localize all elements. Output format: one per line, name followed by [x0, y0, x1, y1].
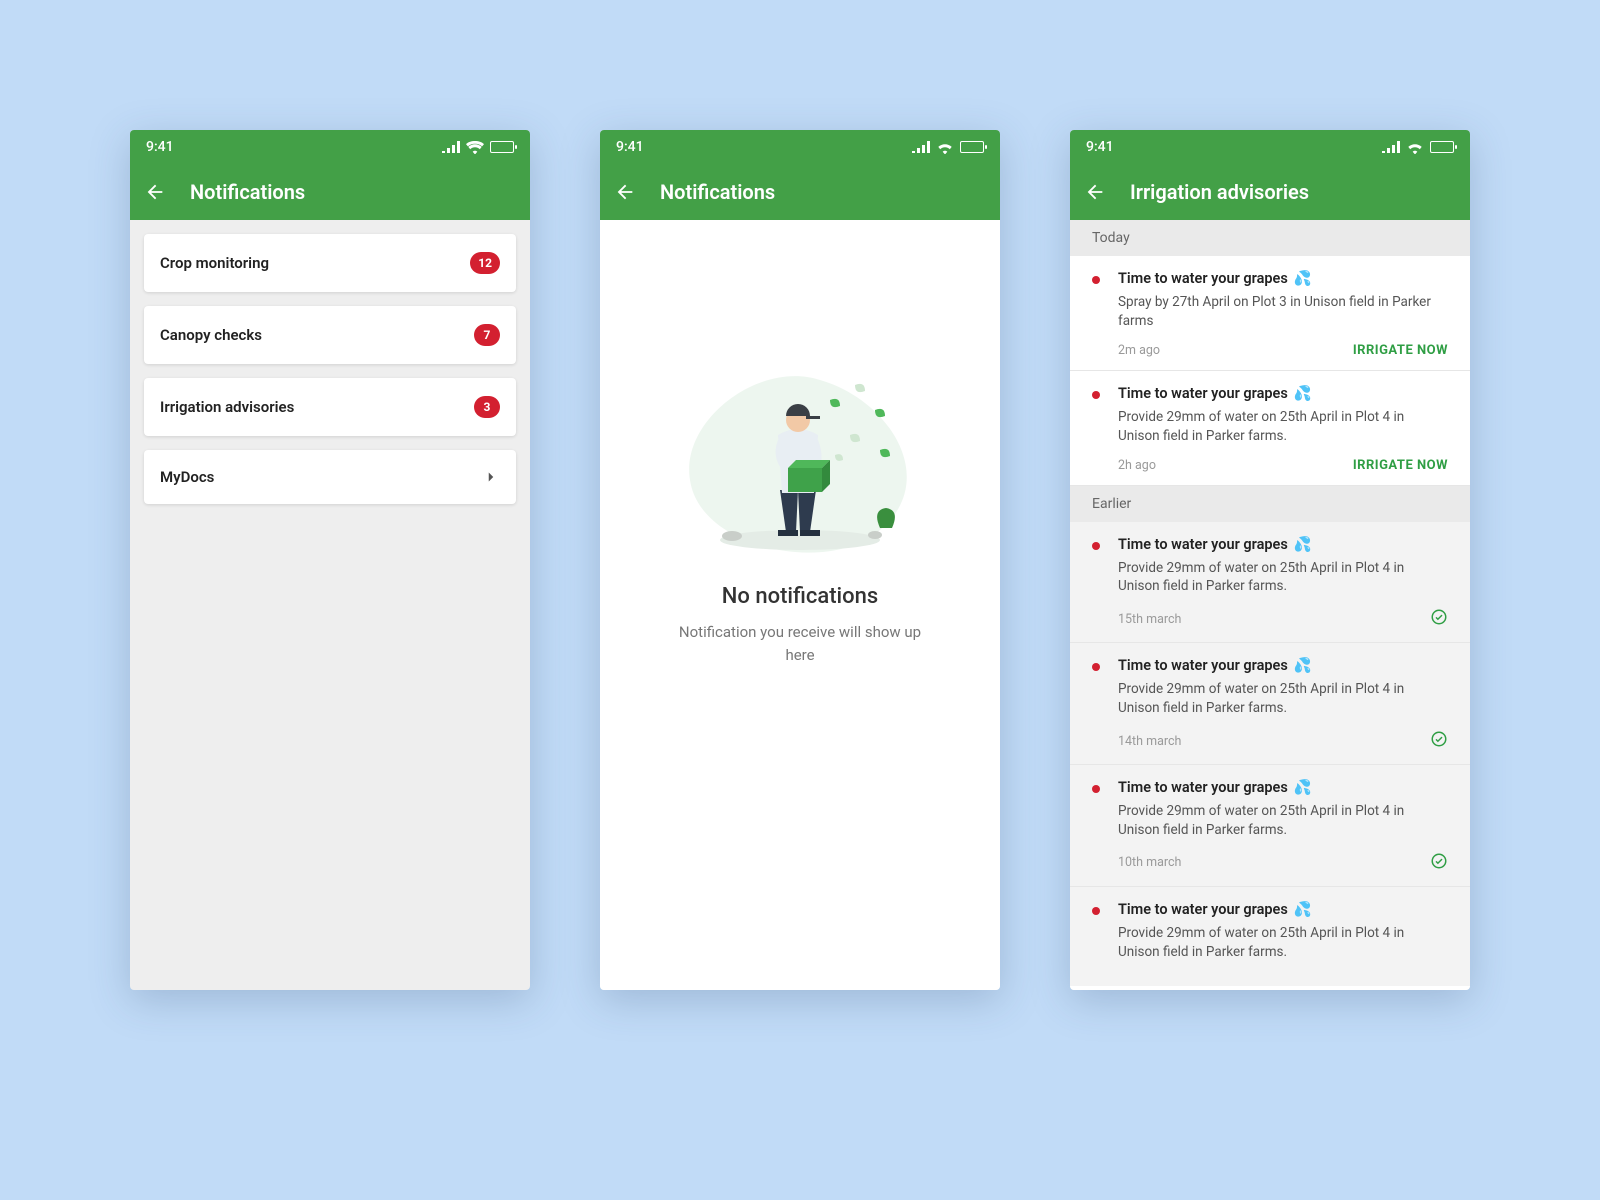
chevron-right-icon — [482, 468, 500, 486]
topbar: 9:41 Irrigation advisories — [1070, 130, 1470, 220]
water-drops-icon: 💦 — [1294, 901, 1312, 918]
water-drops-icon: 💦 — [1294, 779, 1312, 796]
advisory-time: 10th march — [1118, 855, 1181, 870]
irrigate-now-button[interactable]: IRRIGATE NOW — [1353, 458, 1448, 473]
water-drops-icon: 💦 — [1294, 536, 1312, 553]
advisory-item[interactable]: Time to water your grapes 💦 Spray by 27t… — [1070, 256, 1470, 371]
water-drops-icon: 💦 — [1294, 657, 1312, 674]
advisory-description: Provide 29mm of water on 25th April in P… — [1118, 802, 1448, 840]
back-button[interactable] — [144, 181, 166, 203]
water-drops-icon: 💦 — [1294, 270, 1312, 287]
status-icons — [442, 141, 514, 154]
cellular-icon — [912, 141, 930, 153]
advisory-time: 14th march — [1118, 734, 1181, 749]
status-time: 9:41 — [1086, 139, 1114, 155]
battery-icon — [490, 141, 514, 153]
battery-icon — [1430, 141, 1454, 153]
irrigate-now-button[interactable]: IRRIGATE NOW — [1353, 343, 1448, 358]
advisory-description: Provide 29mm of water on 25th April in P… — [1118, 559, 1448, 597]
page-title: Notifications — [660, 180, 775, 204]
phone-screen-irrigation-advisories: 9:41 Irrigation advisories Today Time to… — [1070, 130, 1470, 990]
category-label: MyDocs — [160, 468, 214, 486]
arrow-left-icon — [1084, 181, 1106, 203]
category-label: Canopy checks — [160, 326, 262, 344]
advisory-description: Provide 29mm of water on 25th April in P… — [1118, 680, 1448, 718]
status-time: 9:41 — [146, 139, 174, 155]
advisory-title: Time to water your grapes 💦 — [1118, 901, 1448, 918]
app-bar: Irrigation advisories — [1070, 164, 1470, 220]
unread-dot-icon — [1092, 391, 1100, 399]
advisory-description: Provide 29mm of water on 25th April in P… — [1118, 924, 1448, 962]
category-mydocs[interactable]: MyDocs — [144, 450, 516, 504]
notification-badge: 3 — [474, 396, 500, 418]
wifi-icon — [1406, 141, 1424, 154]
app-bar: Notifications — [130, 164, 530, 220]
advisory-description: Provide 29mm of water on 25th April in P… — [1118, 408, 1448, 446]
section-header-today: Today — [1070, 220, 1470, 256]
app-bar: Notifications — [600, 164, 1000, 220]
status-bar: 9:41 — [1070, 130, 1470, 164]
arrow-left-icon — [614, 181, 636, 203]
notification-badge: 12 — [470, 252, 500, 274]
advisory-time: 2m ago — [1118, 343, 1160, 358]
cellular-icon — [442, 141, 460, 153]
phone-screen-notification-categories: 9:41 Notifications Crop monitoring 12 Ca… — [130, 130, 530, 990]
page-title: Notifications — [190, 180, 305, 204]
topbar: 9:41 Notifications — [130, 130, 530, 220]
advisory-item[interactable]: Time to water your grapes 💦 Provide 29mm… — [1070, 765, 1470, 887]
back-button[interactable] — [1084, 181, 1106, 203]
section-header-earlier: Earlier — [1070, 486, 1470, 522]
check-circle-icon — [1430, 608, 1448, 630]
arrow-left-icon — [144, 181, 166, 203]
category-crop-monitoring[interactable]: Crop monitoring 12 — [144, 234, 516, 292]
advisory-title: Time to water your grapes 💦 — [1118, 779, 1448, 796]
wifi-icon — [936, 141, 954, 154]
category-canopy-checks[interactable]: Canopy checks 7 — [144, 306, 516, 364]
empty-state: No notifications Notification you receiv… — [600, 220, 1000, 990]
cellular-icon — [1382, 141, 1400, 153]
category-label: Crop monitoring — [160, 254, 269, 272]
wifi-icon — [466, 141, 484, 154]
advisory-title: Time to water your grapes 💦 — [1118, 657, 1448, 674]
advisory-title: Time to water your grapes 💦 — [1118, 270, 1448, 287]
empty-illustration — [670, 340, 930, 560]
status-icons — [912, 141, 984, 154]
category-irrigation-advisories[interactable]: Irrigation advisories 3 — [144, 378, 516, 436]
check-circle-icon — [1430, 852, 1448, 874]
empty-state-title: No notifications — [722, 584, 878, 609]
advisory-item[interactable]: Time to water your grapes 💦 Provide 29mm… — [1070, 643, 1470, 765]
back-button[interactable] — [614, 181, 636, 203]
advisory-item[interactable]: Time to water your grapes 💦 Provide 29mm… — [1070, 371, 1470, 486]
page-title: Irrigation advisories — [1130, 180, 1309, 204]
empty-state-subtitle: Notification you receive will show up he… — [670, 621, 930, 666]
status-time: 9:41 — [616, 139, 644, 155]
unread-dot-icon — [1092, 276, 1100, 284]
battery-icon — [960, 141, 984, 153]
advisory-time: 2h ago — [1118, 458, 1156, 473]
advisory-list: Today Time to water your grapes 💦 Spray … — [1070, 220, 1470, 990]
advisory-item[interactable]: Time to water your grapes 💦 Provide 29mm… — [1070, 522, 1470, 644]
advisory-title: Time to water your grapes 💦 — [1118, 536, 1448, 553]
notification-badge: 7 — [474, 324, 500, 346]
advisory-time: 15th march — [1118, 612, 1181, 627]
water-drops-icon: 💦 — [1294, 385, 1312, 402]
advisory-description: Spray by 27th April on Plot 3 in Unison … — [1118, 293, 1448, 331]
advisory-item[interactable]: Time to water your grapes 💦 Provide 29mm… — [1070, 887, 1470, 986]
phone-screen-empty-notifications: 9:41 Notifications — [600, 130, 1000, 990]
unread-dot-icon — [1092, 542, 1100, 550]
unread-dot-icon — [1092, 785, 1100, 793]
unread-dot-icon — [1092, 663, 1100, 671]
unread-dot-icon — [1092, 907, 1100, 915]
status-bar: 9:41 — [130, 130, 530, 164]
advisory-title: Time to water your grapes 💦 — [1118, 385, 1448, 402]
status-icons — [1382, 141, 1454, 154]
check-circle-icon — [1430, 730, 1448, 752]
category-label: Irrigation advisories — [160, 398, 294, 416]
status-bar: 9:41 — [600, 130, 1000, 164]
category-list: Crop monitoring 12 Canopy checks 7 Irrig… — [130, 220, 530, 532]
topbar: 9:41 Notifications — [600, 130, 1000, 220]
